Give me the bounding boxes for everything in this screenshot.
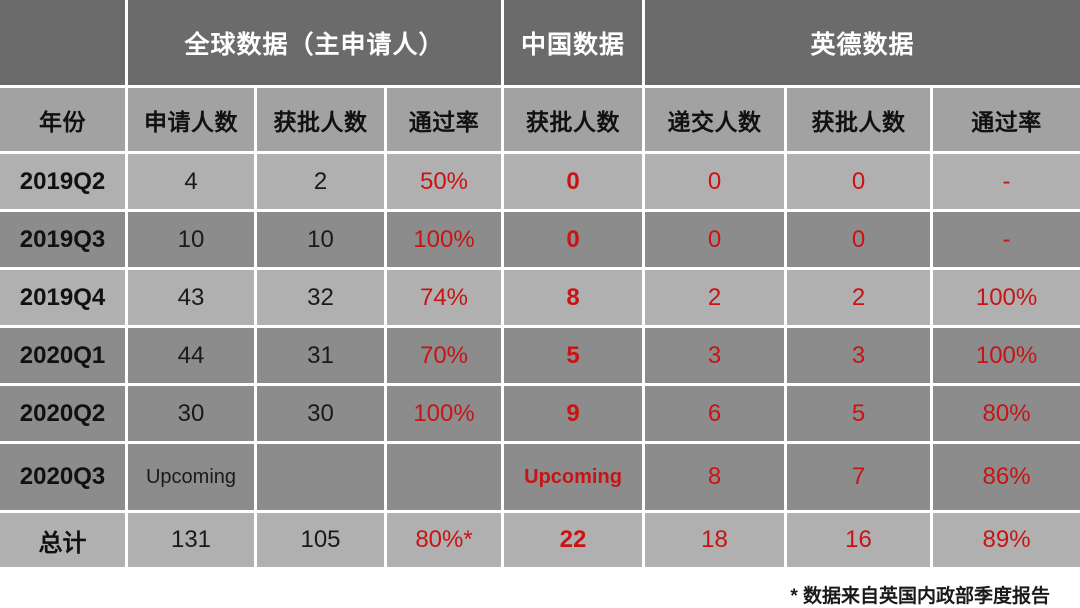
cell-period: 2020Q2	[0, 383, 128, 441]
column-header-ukde-rate: 通过率	[933, 85, 1080, 151]
column-header-global-rate: 通过率	[387, 85, 505, 151]
cell-ukde-rate: -	[933, 151, 1080, 209]
table-row: 2020Q1 44 31 70% 5 3 3 100%	[0, 325, 1080, 383]
cell-global-rate: 70%	[387, 325, 505, 383]
cell-global-rate: 100%	[387, 383, 505, 441]
cell-global-approved: 105	[257, 510, 387, 567]
cell-ukde-rate: 100%	[933, 267, 1080, 325]
cell-global-approved: 32	[257, 267, 387, 325]
cell-china-approved: 8	[504, 267, 646, 325]
cell-ukde-rate: -	[933, 209, 1080, 267]
column-header-year: 年份	[0, 85, 128, 151]
table-row: 2019Q4 43 32 74% 8 2 2 100%	[0, 267, 1080, 325]
cell-ukde-approved: 0	[787, 151, 934, 209]
cell-global-rate: 100%	[387, 209, 505, 267]
column-header-global-applicants: 申请人数	[128, 85, 257, 151]
cell-ukde-approved: 7	[787, 441, 934, 510]
cell-ukde-submitted: 0	[645, 151, 788, 209]
cell-period: 2019Q3	[0, 209, 128, 267]
cell-global-applicants: 10	[128, 209, 257, 267]
cell-ukde-submitted: 0	[645, 209, 788, 267]
group-header-row: 全球数据（主申请人） 中国数据 英德数据	[0, 0, 1080, 85]
cell-ukde-rate: 89%	[933, 510, 1080, 567]
table-row: 2019Q3 10 10 100% 0 0 0 -	[0, 209, 1080, 267]
cell-china-approved: 0	[504, 209, 646, 267]
table-header: 全球数据（主申请人） 中国数据 英德数据 年份 申请人数 获批人数 通过率 获批…	[0, 0, 1080, 151]
footnote-source-note: * 数据来自英国内政部季度报告	[790, 586, 1050, 607]
column-header-global-approved: 获批人数	[257, 85, 387, 151]
cell-ukde-submitted: 18	[645, 510, 788, 567]
cell-global-approved: 30	[257, 383, 387, 441]
column-header-china-approved: 获批人数	[504, 85, 646, 151]
cell-global-applicants: 43	[128, 267, 257, 325]
cell-global-applicants: 30	[128, 383, 257, 441]
group-header-ukde: 英德数据	[645, 0, 1080, 85]
cell-period: 2019Q2	[0, 151, 128, 209]
cell-ukde-submitted: 6	[645, 383, 788, 441]
cell-ukde-approved: 2	[787, 267, 934, 325]
cell-period: 2020Q1	[0, 325, 128, 383]
cell-ukde-submitted: 8	[645, 441, 788, 510]
cell-ukde-approved: 5	[787, 383, 934, 441]
cell-china-approved: 9	[504, 383, 646, 441]
cell-global-approved: 10	[257, 209, 387, 267]
cell-ukde-approved: 16	[787, 510, 934, 567]
cell-ukde-approved: 3	[787, 325, 934, 383]
cell-global-approved: 2	[257, 151, 387, 209]
table-row-total: 总计 131 105 80%* 22 18 16 89%	[0, 510, 1080, 567]
cell-ukde-approved: 0	[787, 209, 934, 267]
cell-global-approved	[257, 441, 387, 510]
cell-global-applicants: 44	[128, 325, 257, 383]
table-row: 2019Q2 4 2 50% 0 0 0 -	[0, 151, 1080, 209]
cell-china-approved: Upcoming	[504, 441, 646, 510]
column-header-ukde-approved: 获批人数	[787, 85, 934, 151]
cell-global-rate	[387, 441, 505, 510]
table-row: 2020Q3 Upcoming Upcoming 8 7 86%	[0, 441, 1080, 510]
cell-period: 总计	[0, 510, 128, 567]
table-row: 2020Q2 30 30 100% 9 6 5 80%	[0, 383, 1080, 441]
cell-global-rate: 74%	[387, 267, 505, 325]
group-header-china: 中国数据	[504, 0, 646, 85]
cell-china-approved: 5	[504, 325, 646, 383]
group-header-global: 全球数据（主申请人）	[128, 0, 505, 85]
cell-china-approved: 0	[504, 151, 646, 209]
cell-global-applicants: 4	[128, 151, 257, 209]
group-header-blank	[0, 0, 128, 85]
table-body: 2019Q2 4 2 50% 0 0 0 - 2019Q3 10 10 100%…	[0, 151, 1080, 567]
cell-global-applicants: Upcoming	[128, 441, 257, 510]
cell-period: 2020Q3	[0, 441, 128, 510]
cell-global-approved: 31	[257, 325, 387, 383]
cell-global-rate: 50%	[387, 151, 505, 209]
cell-china-approved: 22	[504, 510, 646, 567]
cell-ukde-rate: 100%	[933, 325, 1080, 383]
cell-ukde-rate: 80%	[933, 383, 1080, 441]
visa-statistics-table: 全球数据（主申请人） 中国数据 英德数据 年份 申请人数 获批人数 通过率 获批…	[0, 0, 1080, 567]
cell-ukde-rate: 86%	[933, 441, 1080, 510]
cell-ukde-submitted: 3	[645, 325, 788, 383]
cell-global-rate: 80%*	[387, 510, 505, 567]
cell-ukde-submitted: 2	[645, 267, 788, 325]
column-header-row: 年份 申请人数 获批人数 通过率 获批人数 递交人数 获批人数 通过率	[0, 85, 1080, 151]
cell-global-applicants: 131	[128, 510, 257, 567]
column-header-ukde-submitted: 递交人数	[645, 85, 788, 151]
cell-period: 2019Q4	[0, 267, 128, 325]
